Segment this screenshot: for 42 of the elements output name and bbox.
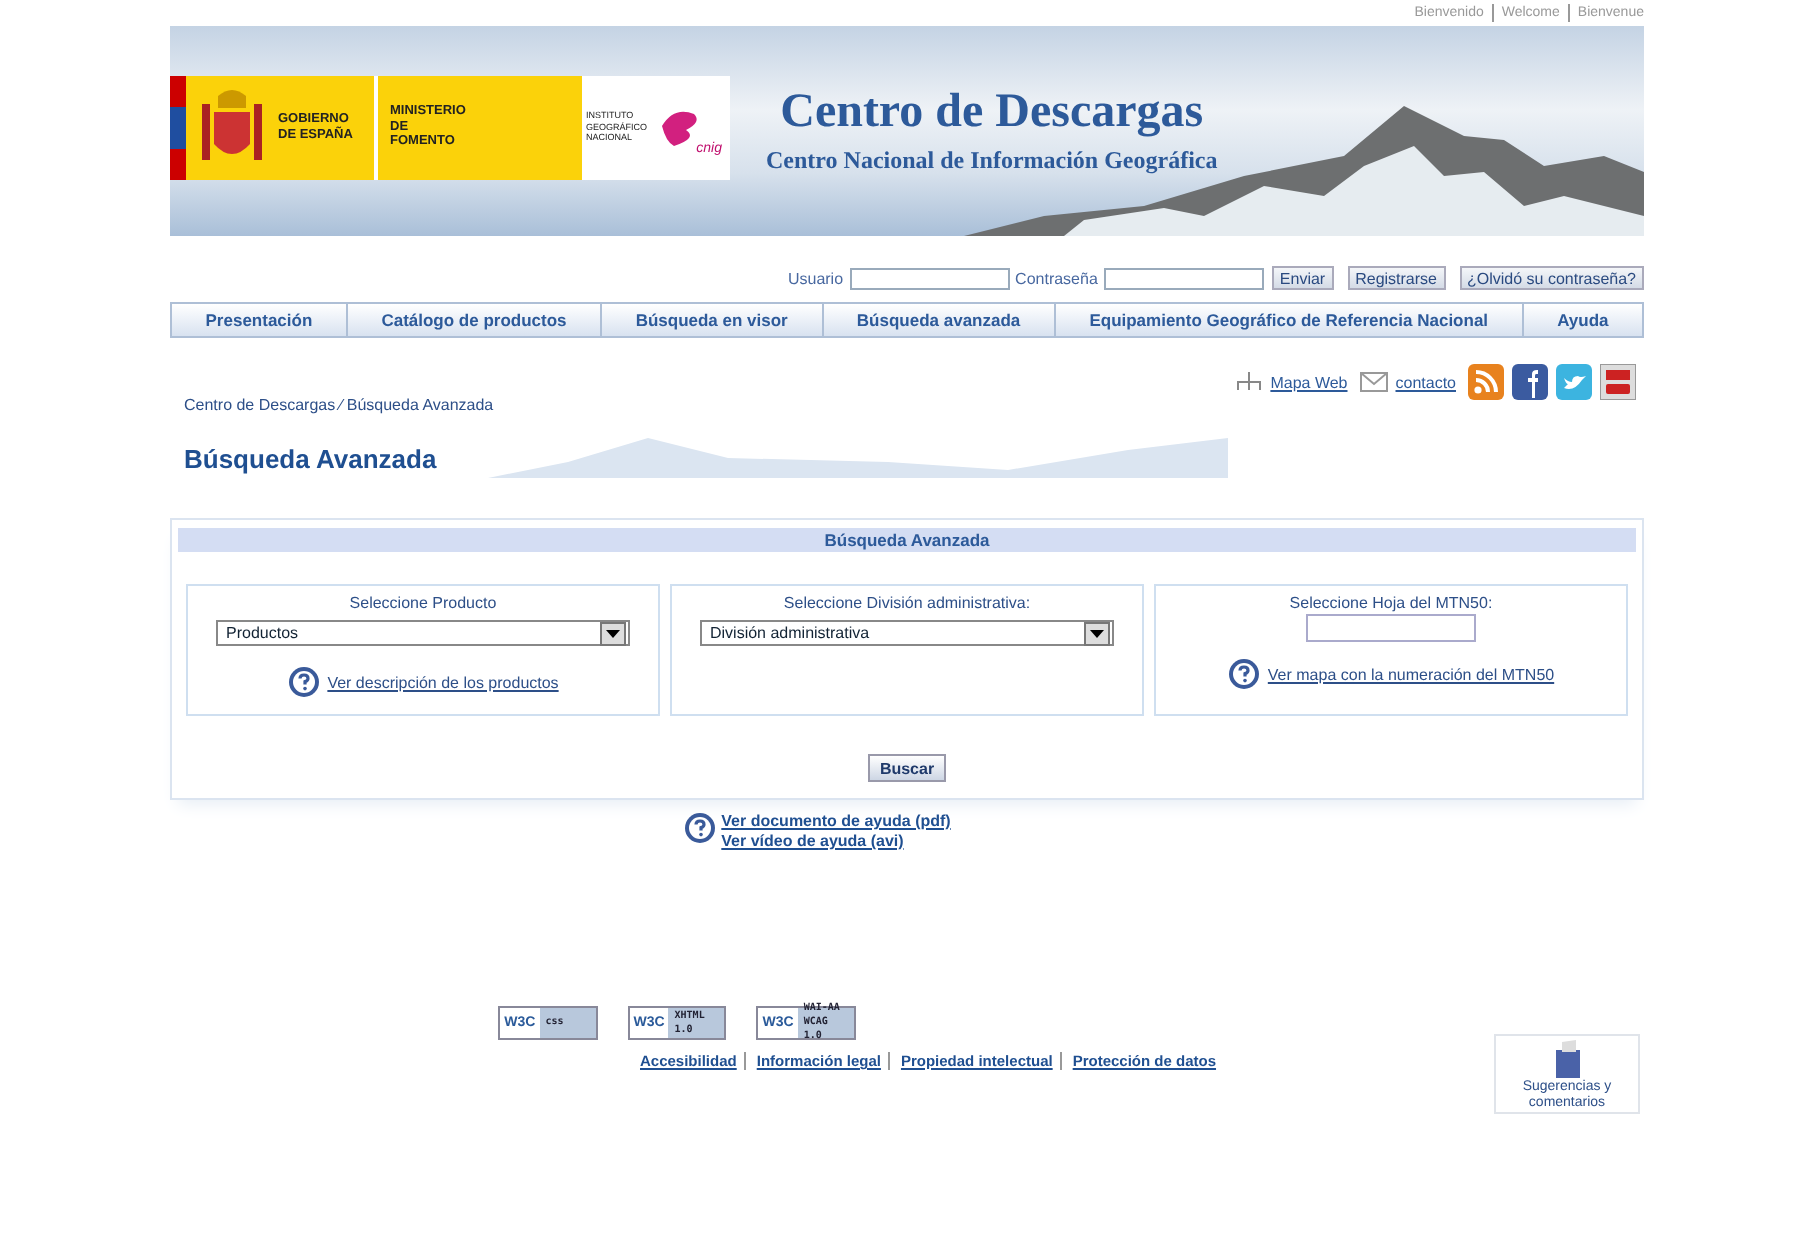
filter-label: Seleccione División administrativa: (783, 594, 1031, 612)
contact-link[interactable]: contacto (1395, 373, 1456, 391)
login-button[interactable]: ¿Olvidó su contraseña? (1459, 266, 1644, 290)
help-icon (683, 812, 716, 844)
password-label: Contraseña (1015, 269, 1098, 287)
nav-tab[interactable]: Búsqueda en visor (602, 304, 824, 336)
flag-stripe-icon (170, 75, 186, 179)
help-link[interactable]: Ver descripción de los productos (327, 673, 559, 691)
username-field[interactable] (849, 267, 1010, 289)
help-document-link[interactable]: Ver documento de ayuda (pdf) (721, 812, 951, 832)
password-field[interactable] (1103, 267, 1264, 289)
mailbox-icon (1551, 1040, 1583, 1080)
nav-tab[interactable]: Catálogo de productos (347, 304, 603, 336)
dropdown-arrow-icon (1090, 629, 1104, 637)
login-button[interactable]: Enviar (1271, 266, 1334, 290)
help-document-link[interactable]: Ver vídeo de ayuda (avi) (721, 832, 951, 852)
username-label: Usuario (787, 269, 844, 287)
sitemap-icon (1236, 372, 1263, 392)
site-subtitle: Centro Nacional de Información Geográfica (766, 146, 1218, 176)
panel-title-bar: Búsqueda Avanzada (178, 528, 1636, 552)
envelope-icon (1359, 372, 1388, 392)
filter-label: Seleccione Producto (349, 594, 497, 612)
page-heading: Búsqueda Avanzada (184, 442, 437, 478)
sheet-field[interactable] (1306, 614, 1476, 642)
nav-tab[interactable]: Ayuda (1523, 304, 1643, 336)
help-icon (1227, 658, 1260, 690)
login-button[interactable]: Registrarse (1347, 266, 1445, 290)
help-icon (287, 666, 320, 698)
filter-label: Seleccione Hoja del MTN50: (1289, 594, 1493, 612)
help-link[interactable]: Ver mapa con la numeración del MTN50 (1267, 665, 1555, 683)
site-title: Centro de Descargas (778, 86, 1206, 140)
rss-icon[interactable] (1468, 364, 1504, 400)
social-network-icon[interactable] (1512, 364, 1548, 400)
sitemap-link[interactable]: Mapa Web (1270, 373, 1348, 391)
dropdown-arrow-icon (606, 629, 620, 637)
nav-tab[interactable]: Búsqueda avanzada (823, 304, 1056, 336)
nav-tab[interactable]: Equipamiento Geográfico de Referencia Nacional (1055, 304, 1524, 336)
nav-tab[interactable]: Presentación (172, 304, 348, 336)
dropdown[interactable]: División administrativa (700, 620, 1114, 646)
search-button[interactable]: Buscar (867, 754, 947, 782)
breadcrumb: Centro de Descargas ⁄ Búsqueda Avanzada (184, 396, 494, 414)
dropdown[interactable]: Productos (216, 620, 630, 646)
